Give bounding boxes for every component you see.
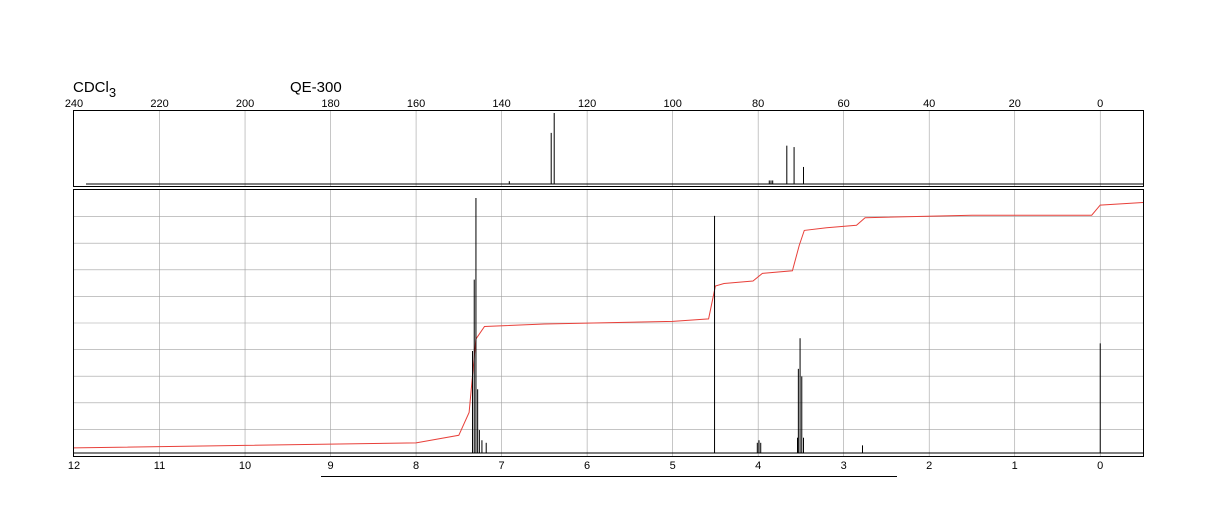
- c13-tick-label: 60: [838, 98, 850, 110]
- h1-tick-label: 6: [584, 460, 590, 472]
- c13-tick-label: 120: [578, 98, 596, 110]
- nmr-figure: CDCl3 QE-300 240 220 200 180 160 140 120 100 80 6…: [65, 79, 1144, 477]
- h1-integral-curve: [73, 202, 1144, 449]
- c13-axis-ticks: 240 220 200 180 160 140 120 100 80 60 40 20 0: [65, 98, 1103, 110]
- h1-tick-label: 9: [327, 460, 333, 472]
- c13-grid: [159, 111, 1101, 186]
- h1-tick-label: 11: [154, 460, 165, 472]
- c13-tick-label: 0: [1097, 98, 1103, 110]
- c13-tick-label: 180: [321, 98, 339, 110]
- h1-tick-label: 2: [926, 460, 932, 472]
- h1-tick-label: 3: [841, 460, 847, 472]
- solvent-label: CDCl3: [73, 79, 116, 100]
- c13-tick-label: 20: [1009, 98, 1021, 110]
- h1-tick-label: 1: [1012, 460, 1018, 472]
- c13-tick-label: 80: [752, 98, 764, 110]
- c13-panel-frame: [73, 110, 1144, 187]
- h1-tick-label: 10: [239, 460, 251, 472]
- h1-tick-label: 12: [68, 460, 80, 472]
- c13-tick-label: 160: [407, 98, 425, 110]
- solvent-subscript: 3: [109, 85, 116, 100]
- c13-spectrum: [86, 113, 1143, 185]
- h1-tick-label: 5: [670, 460, 676, 472]
- c13-tick-label: 220: [150, 98, 168, 110]
- instrument-label: QE-300: [290, 79, 342, 96]
- h1-spectrum: [74, 198, 1143, 454]
- h1-axis-ticks: 12 11 10 9 8 7 6 5 4 3 2 1 0: [68, 460, 1103, 472]
- c13-tick-label: 200: [236, 98, 254, 110]
- h1-tick-label: 0: [1097, 460, 1103, 472]
- solvent-text: CDCl: [73, 79, 109, 96]
- h1-tick-label: 7: [499, 460, 505, 472]
- h1-tick-label: 8: [413, 460, 419, 472]
- h1-tick-label: 4: [755, 460, 761, 472]
- c13-tick-label: 100: [663, 98, 681, 110]
- c13-tick-label: 140: [492, 98, 510, 110]
- c13-tick-label: 40: [923, 98, 935, 110]
- h1-integral-line: [73, 202, 1144, 449]
- c13-tick-label: 240: [65, 98, 83, 110]
